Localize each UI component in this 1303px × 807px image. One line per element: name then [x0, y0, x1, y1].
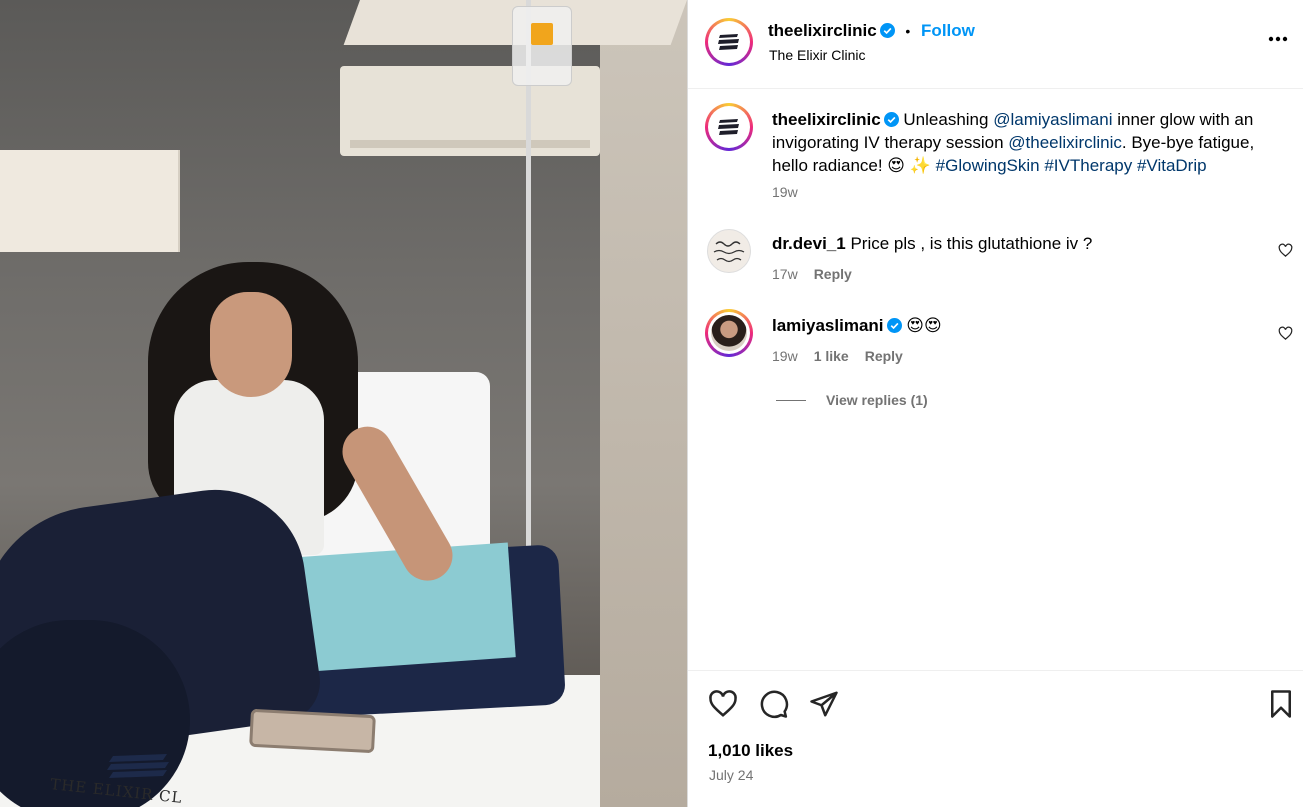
heart-icon[interactable] — [708, 689, 738, 719]
verified-badge-icon — [879, 23, 895, 38]
comment-2-username[interactable]: lamiyaslimani — [772, 316, 884, 335]
caption-time[interactable]: 19w — [772, 184, 798, 200]
share-icon[interactable] — [809, 689, 839, 719]
comment-1: dr.devi_1 Price pls , is this glutathion… — [772, 234, 1092, 254]
comment-2: lamiyaslimani 😍😍 — [772, 316, 942, 336]
comment-icon[interactable] — [759, 689, 789, 719]
hashtag-vitadrip[interactable]: #VitaDrip — [1137, 156, 1207, 175]
caption-mention-lamiyaslimani[interactable]: @lamiyaslimani — [993, 110, 1112, 129]
heart-icon[interactable] — [1278, 243, 1293, 258]
elixir-logo-icon — [107, 754, 169, 778]
post-actions: 1,010 likes July 24 — [688, 670, 1303, 807]
follow-button[interactable]: Follow — [921, 21, 975, 40]
caption-text-1: Unleashing — [903, 110, 989, 129]
comment-2-reply-button[interactable]: Reply — [865, 348, 903, 364]
account-avatar[interactable] — [705, 18, 753, 66]
bookmark-icon[interactable] — [1266, 689, 1296, 719]
verified-badge-icon — [886, 318, 902, 333]
comment-avatar-lamiyaslimani[interactable] — [705, 309, 753, 357]
post-details-panel: theelixirclinic • Follow The Elixir Clin… — [687, 0, 1303, 807]
comment-1-username[interactable]: dr.devi_1 — [772, 234, 846, 253]
post-photo[interactable]: THE ELIXIR CL — [0, 0, 687, 807]
comment-1-text: Price pls , is this glutathione iv ? — [850, 234, 1093, 253]
post-date[interactable]: July 24 — [709, 767, 753, 783]
comment-2-likes[interactable]: 1 like — [814, 348, 849, 364]
photo-shelf — [0, 150, 180, 252]
handwriting-avatar-icon — [713, 241, 745, 263]
header-separator: • — [905, 23, 911, 39]
comment-2-meta: 19w 1 like Reply — [772, 348, 903, 364]
caption-username[interactable]: theelixirclinic — [772, 110, 881, 129]
view-replies-label: View replies (1) — [826, 392, 928, 408]
photo-wall — [600, 0, 687, 807]
header-display-name[interactable]: The Elixir Clinic — [769, 47, 865, 63]
heart-icon[interactable] — [1278, 326, 1293, 341]
view-replies-divider — [776, 399, 806, 401]
comment-2-time[interactable]: 19w — [772, 348, 798, 364]
verified-badge-icon — [883, 112, 899, 127]
hashtag-glowingskin[interactable]: #GlowingSkin — [936, 156, 1040, 175]
caption-mention-theelixirclinic[interactable]: @theelixirclinic — [1008, 133, 1122, 152]
photo-phone — [249, 708, 376, 754]
more-options-icon[interactable] — [1268, 30, 1288, 42]
photo-iv-bag — [512, 6, 572, 86]
post-caption: theelixirclinic Unleashing @lamiyasliman… — [772, 108, 1272, 177]
comment-2-text: 😍😍 — [906, 316, 942, 335]
header-username[interactable]: theelixirclinic — [768, 21, 877, 40]
likes-count[interactable]: 1,010 likes — [708, 741, 793, 761]
photo-face — [210, 292, 292, 397]
comment-1-meta: 17w Reply — [772, 266, 852, 282]
header-account-line: theelixirclinic • Follow — [768, 21, 975, 41]
comment-avatar-dr-devi[interactable] — [707, 229, 751, 273]
elixir-logo-icon — [718, 34, 739, 50]
elixir-logo-icon — [718, 119, 739, 135]
caption-avatar[interactable] — [705, 103, 753, 151]
comment-1-reply-button[interactable]: Reply — [814, 266, 852, 282]
post-header: theelixirclinic • Follow The Elixir Clin… — [688, 0, 1303, 89]
hashtag-ivtherapy[interactable]: #IVTherapy — [1044, 156, 1132, 175]
view-replies-button[interactable]: View replies (1) — [776, 392, 928, 408]
comment-1-time[interactable]: 17w — [772, 266, 798, 282]
